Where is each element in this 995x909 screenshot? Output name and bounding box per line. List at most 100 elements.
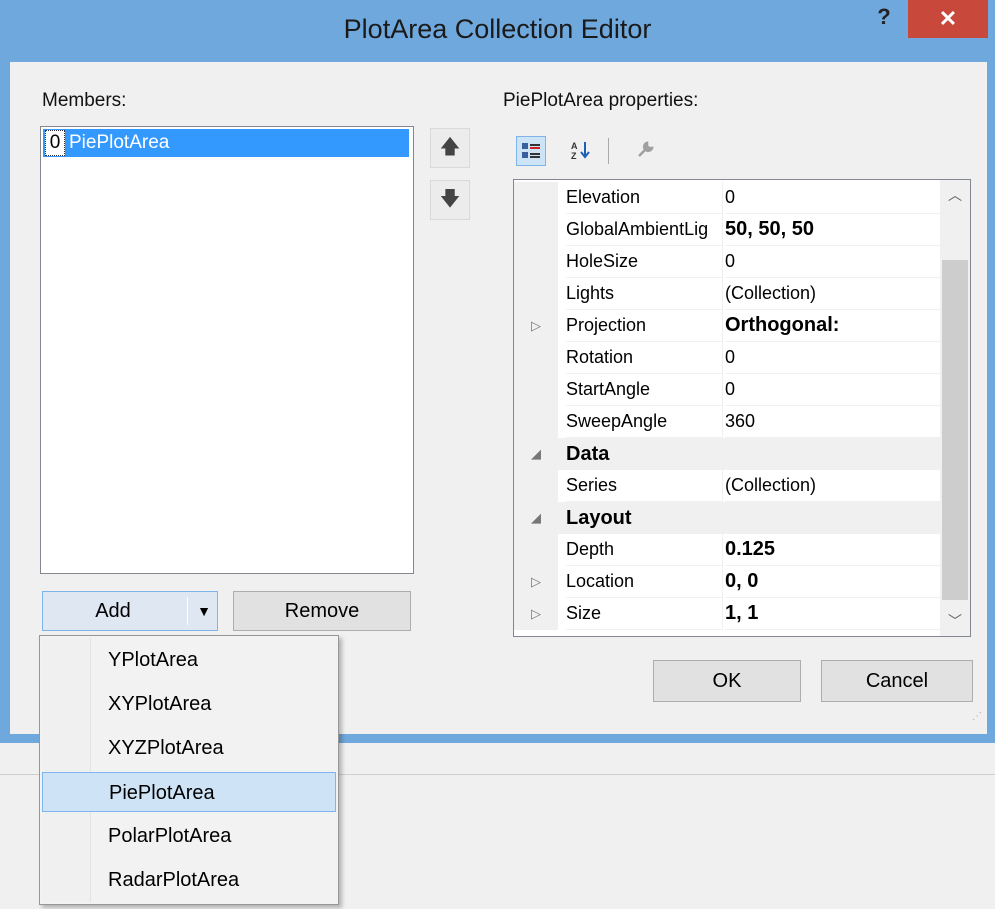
property-row-lights[interactable]: Lights (Collection) [514,278,940,310]
collapse-icon[interactable]: ◢ [514,438,558,470]
row-gutter [514,470,558,502]
move-down-button[interactable]: 🡇 [430,180,470,220]
properties-label: PiePlotArea properties: [503,90,699,111]
property-row-rotation[interactable]: Rotation 0 [514,342,940,374]
property-row-depth[interactable]: Depth 0.125 [514,534,940,566]
svg-text:Z: Z [571,151,577,161]
add-button[interactable]: Add [43,592,183,630]
resize-grip-icon[interactable]: ⋰ [972,712,984,724]
arrow-down-icon: 🡇 [439,188,461,210]
property-name: Size [566,598,723,630]
members-label: Members: [42,90,127,111]
property-row-globalambientlig[interactable]: GlobalAmbientLig 50, 50, 50 [514,214,940,246]
property-name: Projection [566,310,723,342]
expand-icon[interactable]: ▷ [514,310,558,342]
property-name: Depth [566,534,723,566]
row-gutter [514,534,558,566]
wrench-icon [638,141,654,157]
scroll-down-icon[interactable]: ﹀ [940,606,970,636]
alphabetical-icon: A Z [571,141,590,161]
property-name: Elevation [566,182,723,214]
category-label: Data [566,443,610,465]
property-name: StartAngle [566,374,723,406]
property-row-sweepangle[interactable]: SweepAngle 360 [514,406,940,438]
cancel-button[interactable]: Cancel [821,660,973,702]
categorized-button[interactable] [516,136,546,166]
dialog-client-area: Members: 0 PiePlotArea 🡅 🡇 Add ▼ Remove P… [10,62,987,734]
ok-button[interactable]: OK [653,660,801,702]
menu-item-radarplotarea[interactable]: RadarPlotArea [42,860,336,900]
title-bar[interactable]: PlotArea Collection Editor ? ✕ [0,0,995,62]
property-name: Rotation [566,342,723,374]
property-row-size[interactable]: ▷ Size 1, 1 [514,598,940,630]
scroll-up-icon[interactable]: ︿ [940,180,970,210]
property-value[interactable]: 1, 1 [725,598,940,630]
category-data[interactable]: ◢ Data [514,438,940,470]
property-row-holesize[interactable]: HoleSize 0 [514,246,940,278]
property-grid[interactable]: ︿ ﹀ Elevation 0 GlobalAmbientLig 50, 50, 50… [513,179,971,637]
property-value[interactable]: (Collection) [725,470,940,502]
menu-item-polarplotarea[interactable]: PolarPlotArea [42,816,336,856]
property-row-series[interactable]: Series (Collection) [514,470,940,502]
move-up-button[interactable]: 🡅 [430,128,470,168]
row-gutter [514,246,558,278]
property-value[interactable]: 0 [725,246,940,278]
menu-item-label: RadarPlotArea [108,869,240,891]
property-value[interactable]: (Collection) [725,278,940,310]
property-grid-scrollbar[interactable]: ︿ ﹀ [940,180,970,636]
property-name: Series [566,470,723,502]
menu-item-xyzplotarea[interactable]: XYZPlotArea [42,728,336,768]
members-list[interactable]: 0 PiePlotArea [40,126,414,574]
collapse-icon[interactable]: ◢ [514,502,558,534]
member-index: 0 [45,130,65,156]
categorized-icon [522,143,540,158]
window-title: PlotArea Collection Editor [343,14,652,44]
property-value[interactable]: 50, 50, 50 [725,214,940,246]
property-value[interactable]: 360 [725,406,940,438]
menu-item-label: PolarPlotArea [108,825,232,847]
menu-item-pieplotarea[interactable]: PiePlotArea [42,772,336,812]
property-value[interactable]: 0 [725,342,940,374]
property-name: GlobalAmbientLig [566,214,723,246]
property-row-location[interactable]: ▷ Location 0, 0 [514,566,940,598]
property-name: Location [566,566,723,598]
row-gutter [514,278,558,310]
property-name: HoleSize [566,246,723,278]
menu-item-label: XYPlotArea [108,693,212,715]
property-pages-button[interactable] [630,136,660,166]
member-item[interactable]: 0 PiePlotArea [43,129,409,157]
row-gutter [514,342,558,374]
close-button[interactable]: ✕ [908,0,988,38]
help-button[interactable]: ? [864,4,904,34]
dialog-window: PlotArea Collection Editor ? ✕ Members: … [0,0,995,743]
property-row-startangle[interactable]: StartAngle 0 [514,374,940,406]
row-gutter [514,374,558,406]
svg-text:A: A [571,141,578,151]
category-label: Layout [566,507,632,529]
property-row-projection[interactable]: ▷ Projection Orthogonal: [514,310,940,342]
remove-button[interactable]: Remove [233,591,411,631]
toolbar-separator [608,138,609,164]
alphabetical-button[interactable]: A Z [566,136,596,166]
row-gutter [514,406,558,438]
row-gutter [514,182,558,214]
property-value[interactable]: 0 [725,182,940,214]
add-dropdown-menu: YPlotArea XYPlotArea XYZPlotArea PiePlotAre… [39,635,339,905]
scrollbar-thumb[interactable] [942,260,968,600]
add-split-button[interactable]: Add ▼ [42,591,218,631]
property-name: Lights [566,278,723,310]
menu-item-xyplotarea[interactable]: XYPlotArea [42,684,336,724]
expand-icon[interactable]: ▷ [514,598,558,630]
property-name: SweepAngle [566,406,723,438]
property-value[interactable]: Orthogonal: [725,310,940,342]
expand-icon[interactable]: ▷ [514,566,558,598]
property-value[interactable]: 0, 0 [725,566,940,598]
property-row-elevation[interactable]: Elevation 0 [514,182,940,214]
category-layout[interactable]: ◢ Layout [514,502,940,534]
menu-item-label: XYZPlotArea [108,737,224,759]
arrow-up-icon: 🡅 [439,136,461,158]
property-value[interactable]: 0.125 [725,534,940,566]
add-dropdown-arrow-icon[interactable]: ▼ [191,592,217,630]
menu-item-yplotarea[interactable]: YPlotArea [42,640,336,680]
property-value[interactable]: 0 [725,374,940,406]
